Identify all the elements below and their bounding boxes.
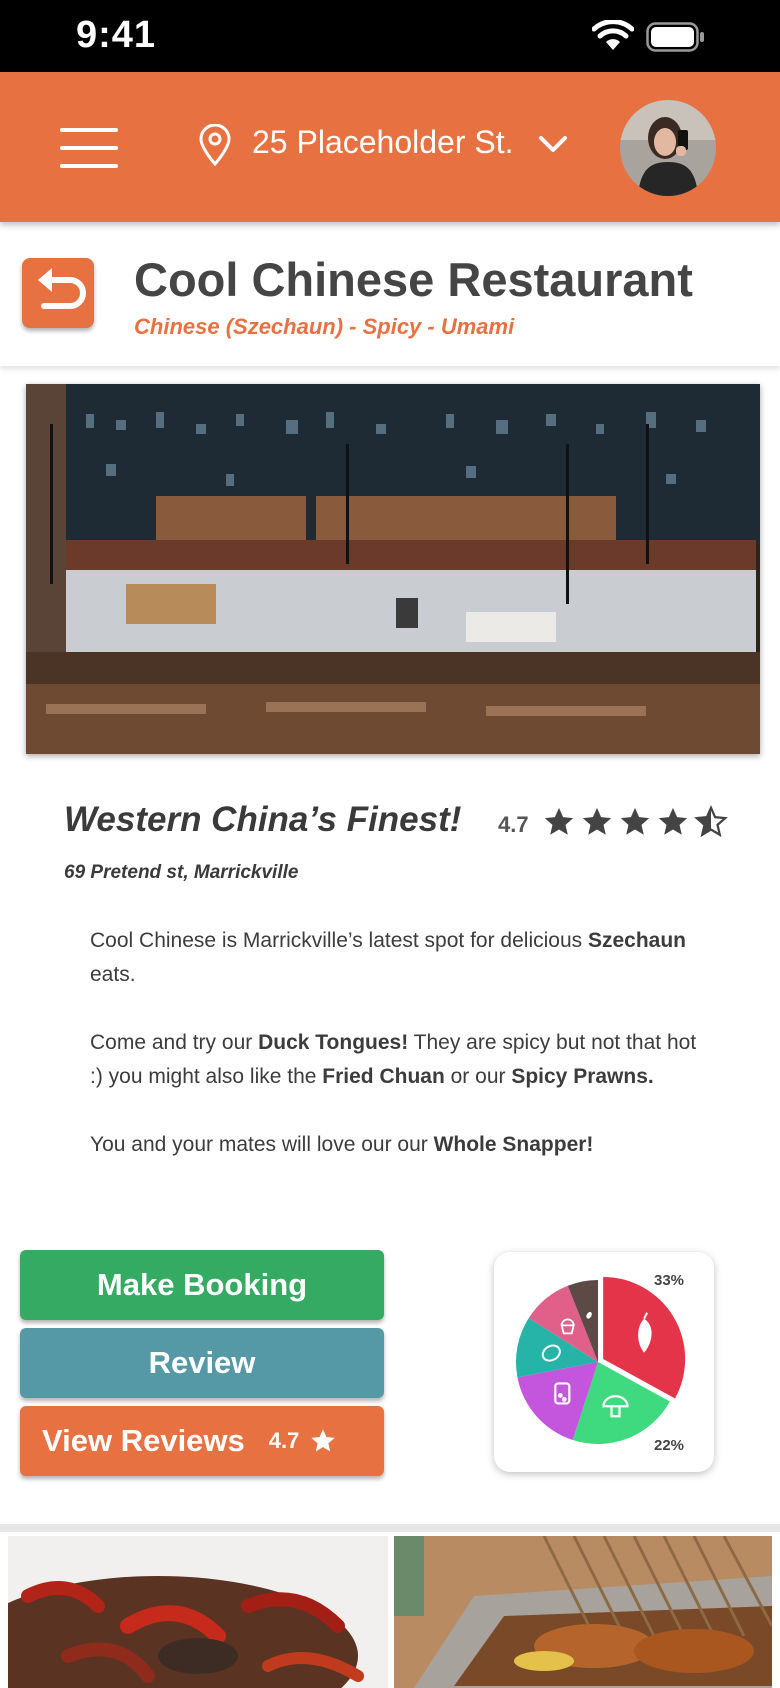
back-arrow-icon xyxy=(38,268,86,309)
battery-icon xyxy=(646,22,704,52)
section-divider xyxy=(0,1524,780,1532)
cuisine-tags: Chinese (Szechaun) - Spicy - Umami xyxy=(134,314,515,339)
restaurant-address: 69 Pretend st, Marrickville xyxy=(64,862,299,883)
restaurant-name: Cool Chinese Restaurant xyxy=(134,253,693,306)
star-icon xyxy=(311,1429,336,1452)
restaurant-tagline: Western China’s Finest! xyxy=(64,800,462,839)
food-photo-chili[interactable] xyxy=(8,1536,388,1688)
star-icon xyxy=(582,807,612,835)
flavour-label-bottom: 22% xyxy=(654,1437,685,1454)
half-star-icon xyxy=(694,805,728,838)
location-label[interactable]: 25 Placeholder St. xyxy=(252,124,514,161)
hamburger-menu-icon[interactable] xyxy=(60,128,118,168)
view-reviews-rating: 4.7 xyxy=(268,1428,300,1453)
flavour-label-top: 33% xyxy=(654,1272,685,1289)
top-bar: 25 Placeholder St. xyxy=(0,72,780,222)
rating-value: 4.7 xyxy=(498,812,529,837)
make-booking-button[interactable]: Make Booking xyxy=(20,1250,384,1320)
location-pin-icon[interactable] xyxy=(198,124,232,166)
view-reviews-button[interactable]: View Reviews 4.7 xyxy=(20,1406,384,1476)
description-paragraph: You and your mates will love our our Who… xyxy=(90,1133,594,1156)
star-rating xyxy=(542,805,728,839)
description-paragraph: Cool Chinese is Marrickville’s latest sp… xyxy=(90,929,687,986)
food-photo-skewers[interactable] xyxy=(394,1536,772,1688)
status-time: 9:41 xyxy=(76,14,157,56)
description-paragraph: Come and try our Duck Tongues! They are … xyxy=(90,1031,697,1088)
avatar[interactable] xyxy=(620,100,716,196)
make-booking-label: Make Booking xyxy=(96,1267,308,1302)
chevron-down-icon[interactable] xyxy=(538,134,568,154)
restaurant-header: Cool Chinese Restaurant Chinese (Szechau… xyxy=(0,222,780,366)
view-reviews-label: View Reviews xyxy=(42,1423,245,1458)
restaurant-description: Cool Chinese is Marrickville’s latest sp… xyxy=(90,924,710,1196)
status-bar: 9:41 xyxy=(0,0,780,72)
star-icon xyxy=(620,807,650,835)
star-icon xyxy=(544,807,574,835)
review-button[interactable]: Review xyxy=(20,1328,384,1398)
star-icon xyxy=(658,807,688,835)
review-label: Review xyxy=(148,1345,256,1380)
back-button[interactable] xyxy=(22,258,94,328)
restaurant-photo xyxy=(26,384,760,754)
wifi-icon xyxy=(592,20,634,50)
